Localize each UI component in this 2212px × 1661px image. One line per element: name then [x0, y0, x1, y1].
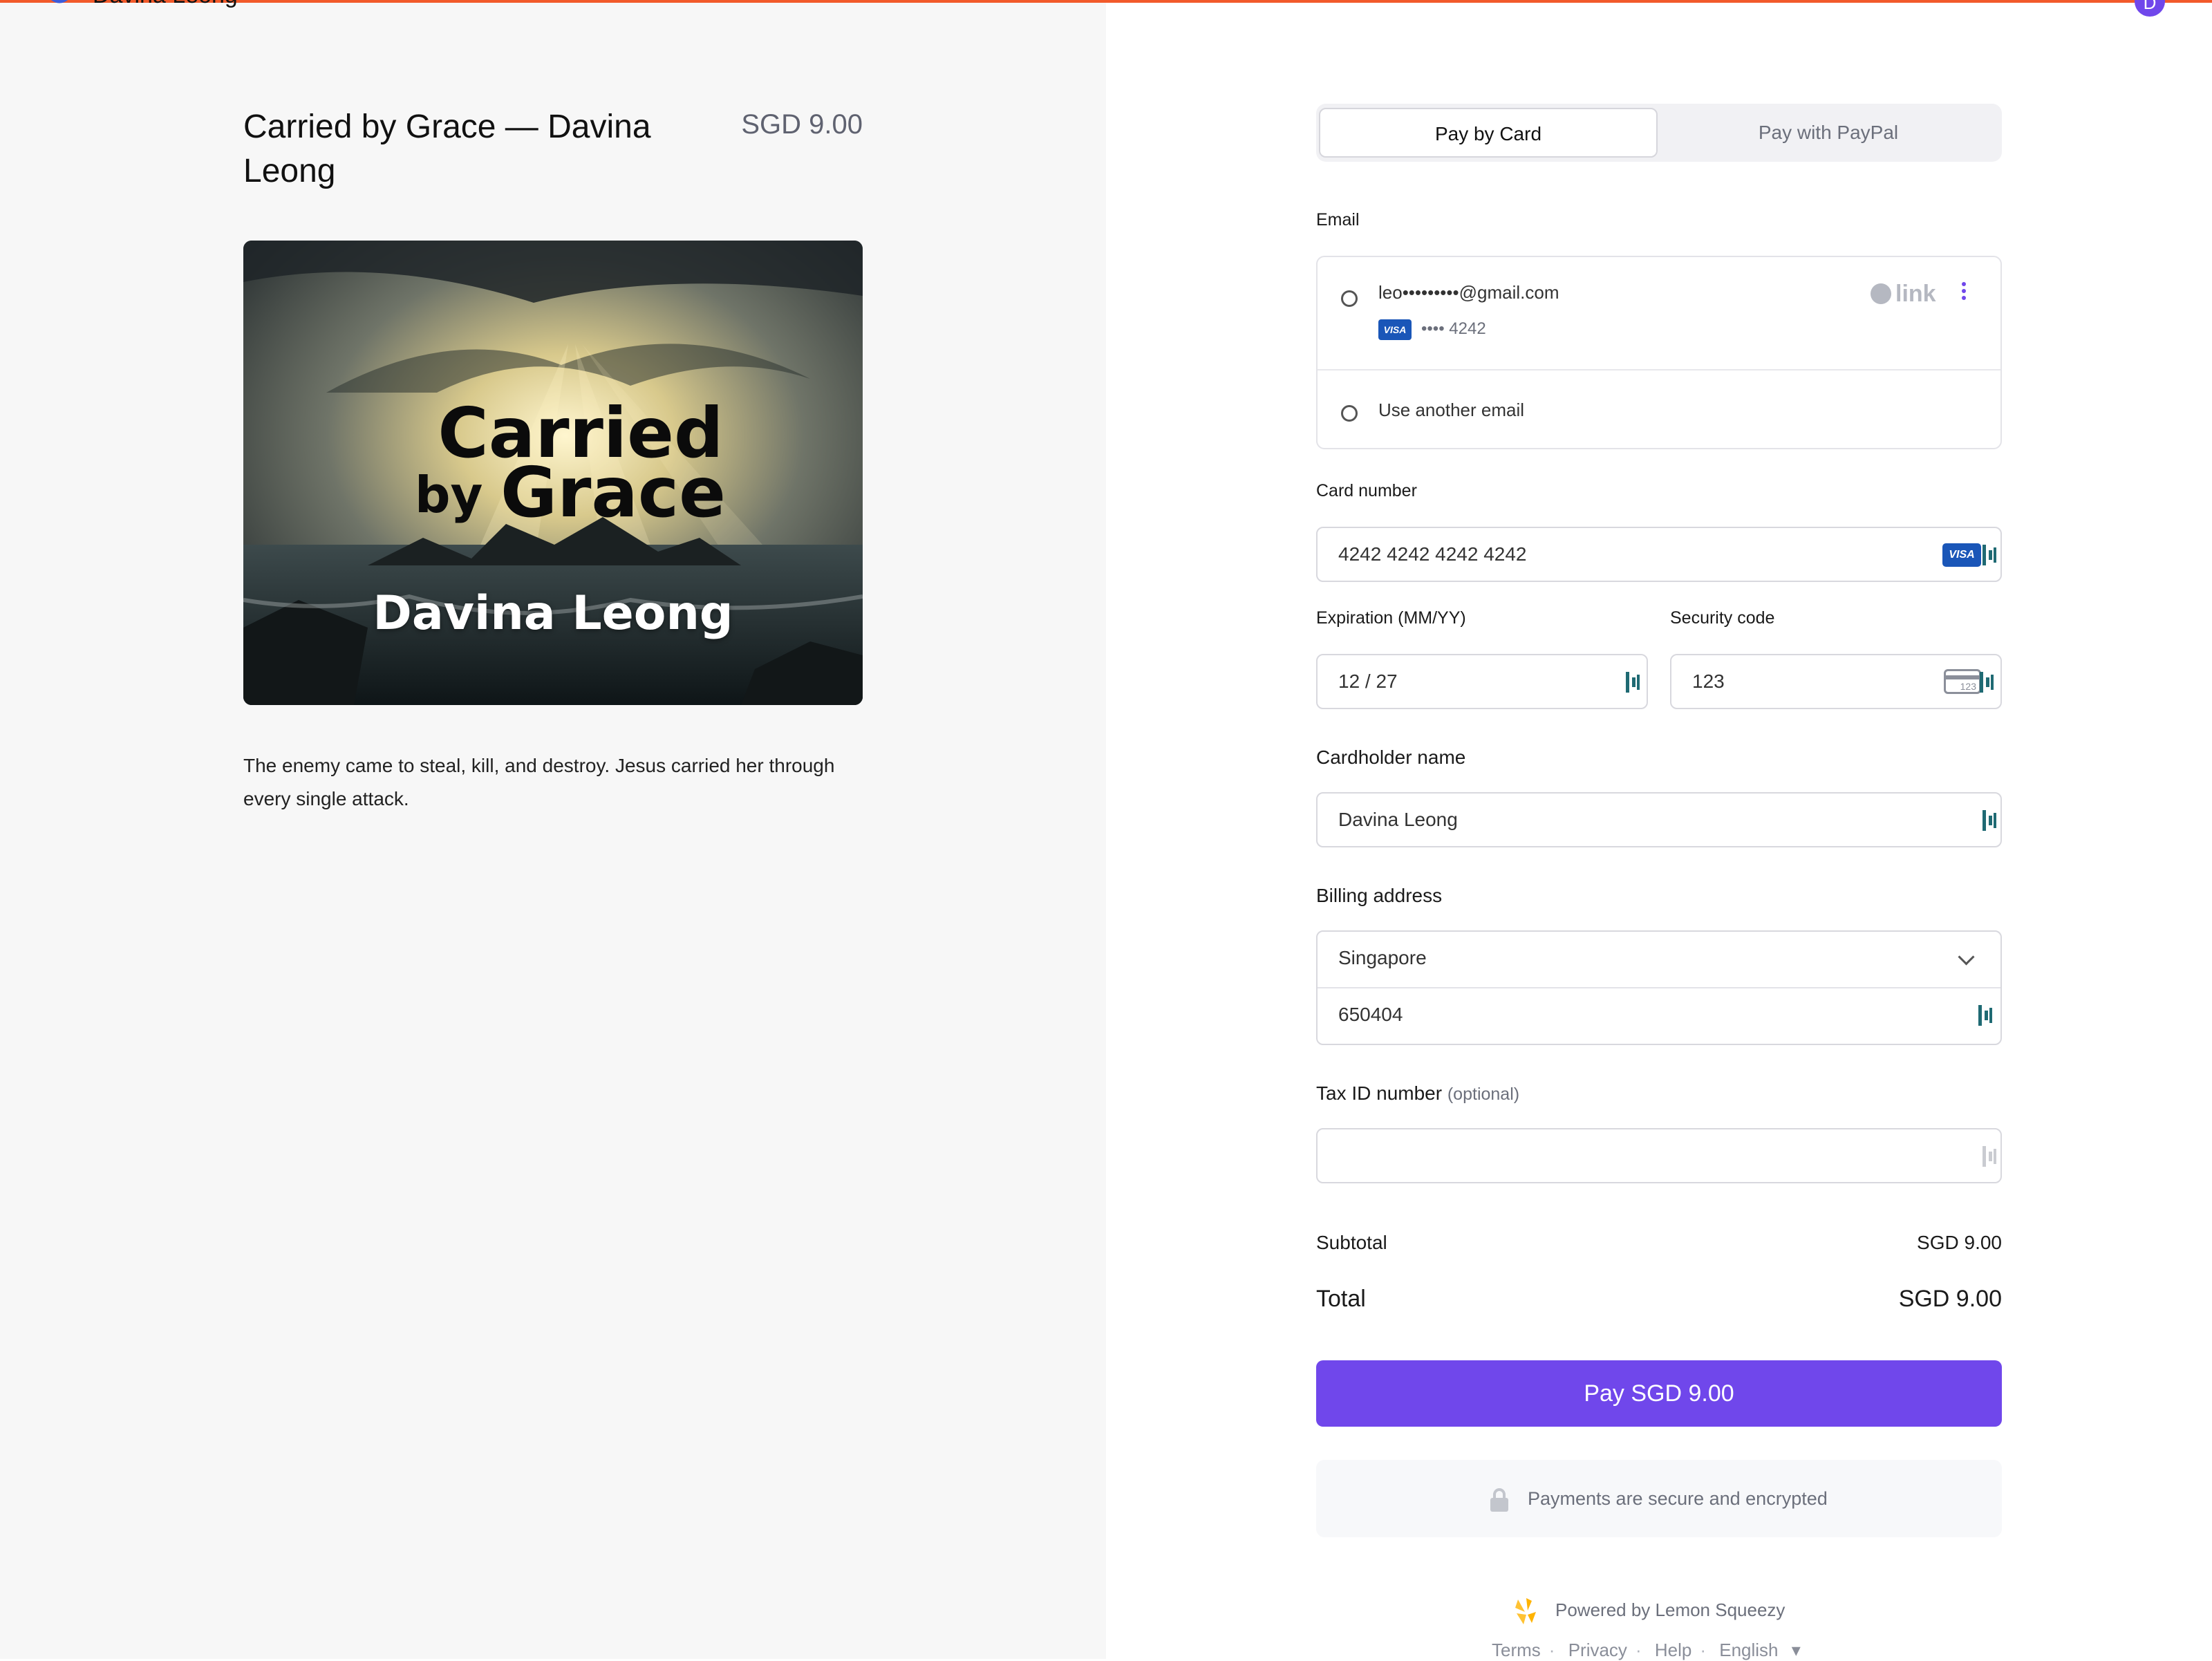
expiry-input[interactable]: 12 / 27 [1316, 654, 1648, 709]
security-code-value: 123 [1692, 670, 1725, 692]
tax-id-label: Tax ID number (optional) [1316, 1082, 1520, 1104]
lock-icon [1490, 1488, 1508, 1512]
secure-payment-note: Payments are secure and encrypted [1316, 1460, 2002, 1537]
secure-text: Payments are secure and encrypted [1528, 1488, 1828, 1509]
email-selector: leo•••••••••@gmail.com VISA •••• 4242 li… [1316, 256, 2002, 449]
use-another-email[interactable]: Use another email [1378, 400, 1524, 421]
cover-title-by: by [415, 466, 483, 524]
pay-button[interactable]: Pay SGD 9.00 [1316, 1360, 2002, 1427]
cardholder-input[interactable]: Davina Leong [1316, 792, 2002, 847]
cardholder-value: Davina Leong [1338, 809, 1458, 830]
autofill-icon [1983, 545, 1996, 565]
postal-code-input[interactable]: 650404 [1338, 988, 1403, 1041]
card-number-label: Card number [1316, 481, 1417, 500]
autofill-icon [1980, 672, 1994, 693]
powered-by-text: Powered by Lemon Squeezy [1555, 1599, 1785, 1620]
saved-email[interactable]: leo•••••••••@gmail.com [1378, 282, 1559, 303]
footer-privacy-link[interactable]: Privacy [1568, 1640, 1627, 1660]
chevron-down-icon[interactable] [1958, 948, 1975, 966]
autofill-icon [1978, 1005, 1992, 1026]
product-description: The enemy came to steal, kill, and destr… [243, 755, 835, 809]
footer-terms-link[interactable]: Terms [1492, 1640, 1541, 1660]
cover-title-grace: Grace [500, 452, 726, 533]
billing-divider [1318, 987, 2000, 988]
security-code-label: Security code [1670, 608, 1775, 628]
billing-address-label: Billing address [1316, 885, 1443, 906]
saved-card-last4: •••• 4242 [1421, 319, 1486, 338]
footer-links: Terms · Privacy · Help · English ▾ [1492, 1640, 1801, 1660]
store-name: Davina Leong [93, 0, 238, 9]
link-play-icon [1871, 283, 1891, 304]
security-code-input[interactable]: 123 123 [1670, 654, 2002, 709]
link-brand-text: link [1895, 281, 1936, 307]
product-price: SGD 9.00 [741, 109, 863, 140]
email-divider [1318, 369, 2000, 370]
optional-hint: (optional) [1447, 1085, 1520, 1104]
visa-card-icon: VISA [1378, 319, 1412, 340]
more-options-icon[interactable] [1960, 282, 1967, 304]
visa-badge-icon: VISA [1942, 543, 1981, 567]
language-selector[interactable]: English ▾ [1719, 1640, 1801, 1660]
country-select[interactable]: Singapore [1338, 932, 1427, 984]
email-label: Email [1316, 210, 1360, 229]
lemon-squeezy-logo-icon [1515, 1598, 1536, 1624]
saved-email-radio[interactable] [1341, 290, 1358, 307]
autofill-icon [1626, 672, 1640, 693]
total-value: SGD 9.00 [1898, 1286, 2002, 1312]
expiry-label: Expiration (MM/YY) [1316, 608, 1466, 628]
payment-method-tabs: Pay by Card Pay with PayPal [1316, 104, 2002, 162]
cardholder-label: Cardholder name [1316, 747, 1466, 768]
subtotal-value: SGD 9.00 [1917, 1232, 2002, 1253]
expiry-value: 12 / 27 [1338, 670, 1398, 692]
link-logo: link [1871, 281, 1940, 307]
cover-author: Davina Leong [373, 586, 733, 641]
card-number-input[interactable]: 4242 4242 4242 4242 VISA [1316, 527, 2002, 582]
autofill-icon [1983, 810, 1996, 831]
another-email-radio[interactable] [1341, 405, 1358, 422]
card-number-value: 4242 4242 4242 4242 [1338, 543, 1527, 565]
product-cover-image: Carried by Grace Davina Leong [243, 241, 863, 705]
autofill-icon [1983, 1146, 1996, 1167]
footer-help-link[interactable]: Help [1655, 1640, 1691, 1660]
total-label: Total [1316, 1286, 1366, 1312]
cvc-card-icon: 123 [1944, 669, 1981, 694]
tab-pay-by-card[interactable]: Pay by Card [1319, 108, 1658, 158]
tax-id-input[interactable] [1316, 1128, 2002, 1183]
product-title: Carried by Grace — Davina Leong [243, 109, 651, 189]
tab-pay-with-paypal[interactable]: Pay with PayPal [1659, 108, 1998, 158]
subtotal-label: Subtotal [1316, 1232, 1387, 1253]
billing-address-group: Singapore 650404 [1316, 930, 2002, 1045]
product-panel: Davina Leong Carried by Grace — Davina L… [0, 0, 1106, 1659]
store-logo-icon [50, 0, 68, 3]
